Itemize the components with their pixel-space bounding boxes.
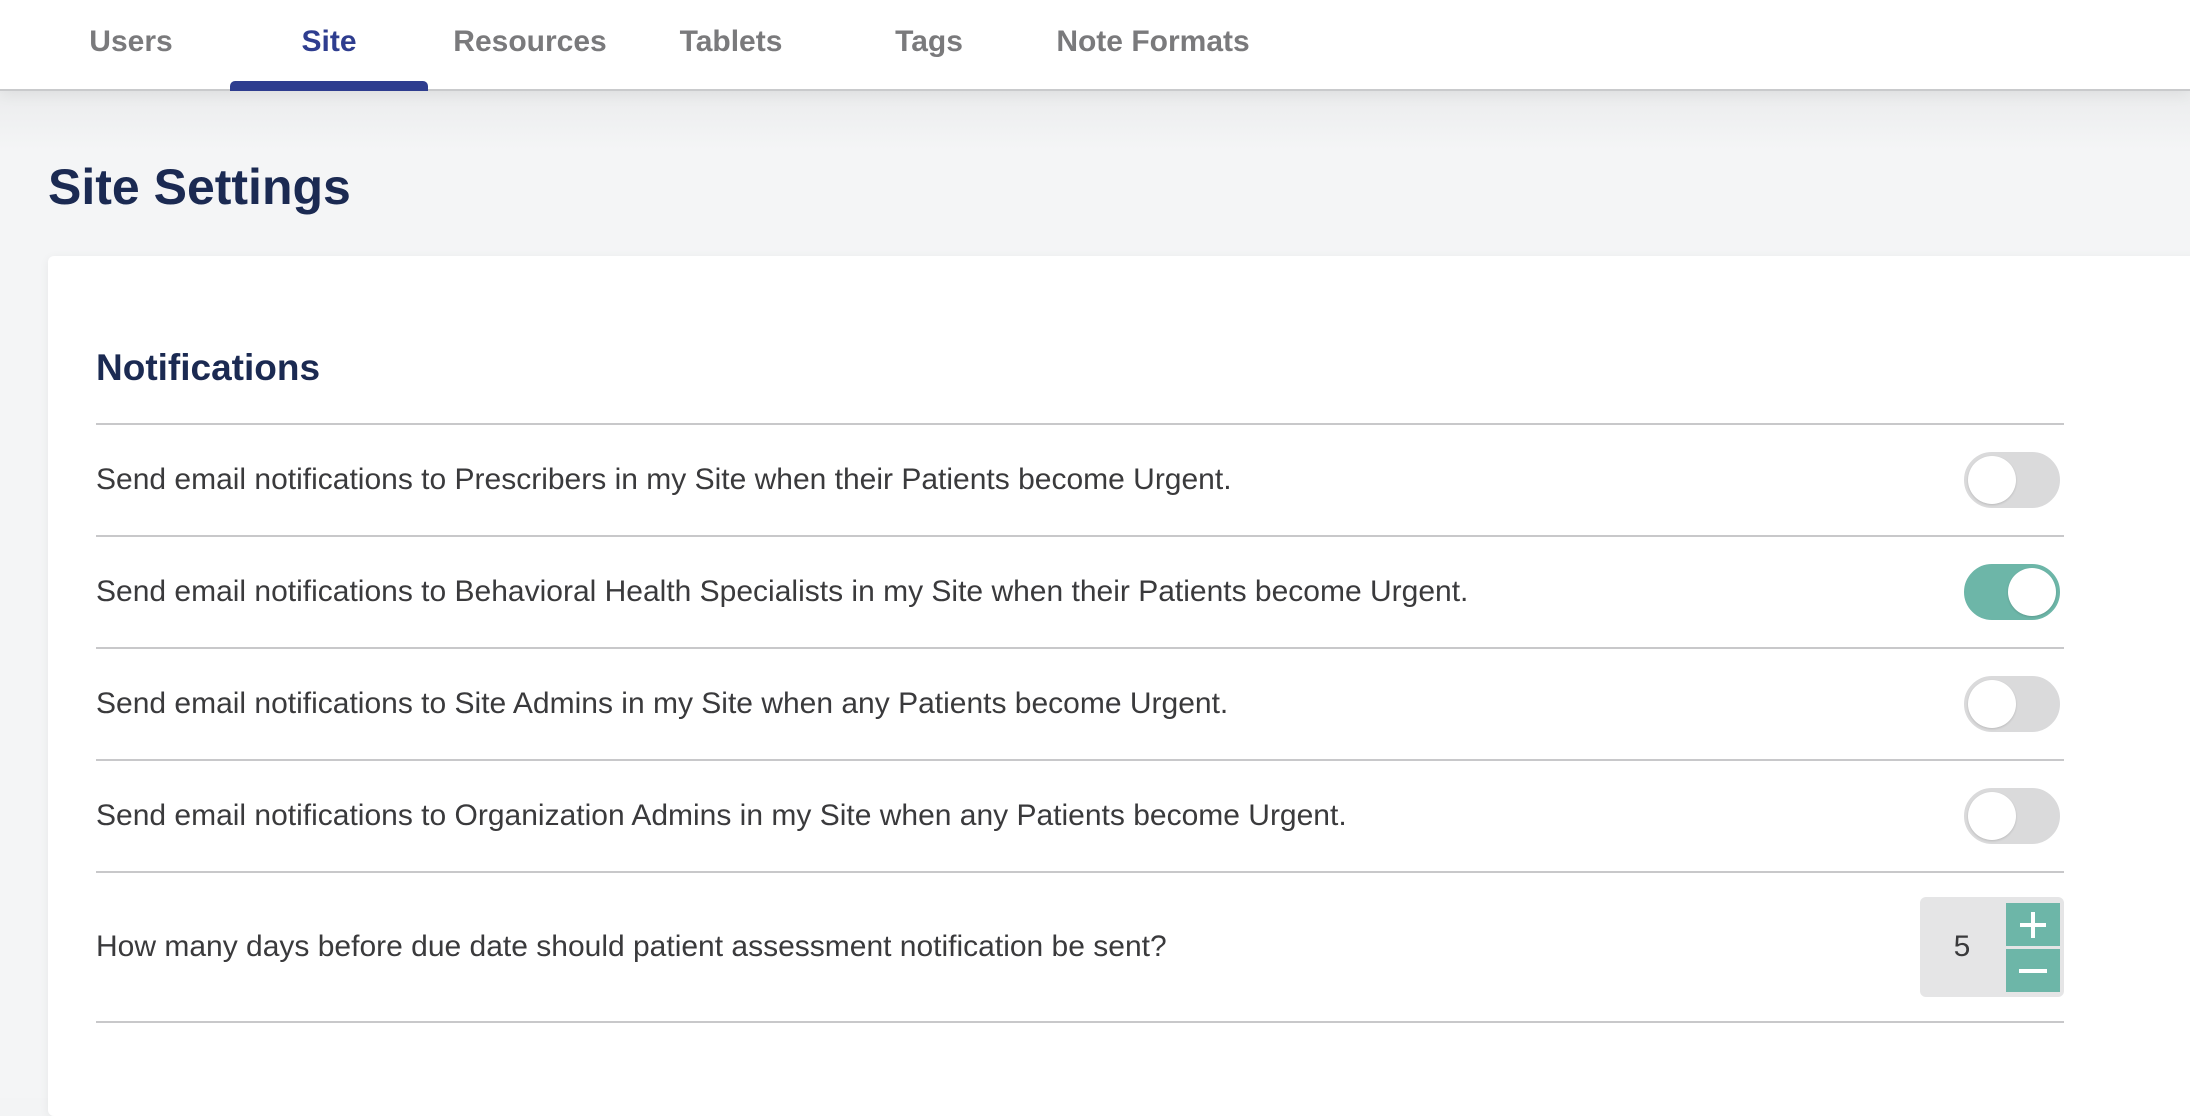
setting-row-site-admins: Send email notifications to Site Admins … [96, 649, 2064, 761]
section-title-notifications: Notifications [96, 347, 321, 388]
tab-label: Users [89, 25, 173, 58]
days-stepper: 5 [1920, 897, 2064, 997]
top-tab-bar: Users Site Resources Tablets Tags Note F… [0, 0, 2190, 91]
decrement-button[interactable] [2006, 949, 2060, 992]
tab-label: Resources [453, 25, 607, 58]
setting-row-behavioral-health: Send email notifications to Behavioral H… [96, 537, 2064, 649]
toggle-behavioral-health-urgent[interactable] [1964, 564, 2060, 620]
increment-button[interactable] [2006, 903, 2060, 946]
toggle-knob [1968, 680, 2016, 728]
tab-label: Note Formats [1056, 25, 1250, 58]
toggle-knob [1968, 792, 2016, 840]
setting-row-organization-admins: Send email notifications to Organization… [96, 761, 2064, 873]
page-title: Site Settings [48, 159, 351, 215]
tab-users[interactable]: Users [58, 0, 204, 89]
plus-icon [2020, 911, 2046, 938]
tab-label: Tablets [679, 25, 783, 58]
setting-label: Send email notifications to Prescribers … [96, 463, 1232, 496]
tab-tablets[interactable]: Tablets [660, 0, 802, 89]
stepper-value[interactable]: 5 [1920, 897, 2004, 997]
notifications-settings-list: Send email notifications to Prescribers … [96, 423, 2064, 1023]
settings-card: Notifications Send email notifications t… [48, 256, 2190, 1116]
setting-row-assessment-days: How many days before due date should pat… [96, 873, 2064, 1023]
toggle-knob [1968, 456, 2016, 504]
tab-resources[interactable]: Resources [446, 0, 614, 89]
setting-label: How many days before due date should pat… [96, 930, 1167, 963]
toggle-site-admins-urgent[interactable] [1964, 676, 2060, 732]
setting-label: Send email notifications to Organization… [96, 799, 1347, 832]
active-tab-indicator [230, 81, 428, 91]
setting-label: Send email notifications to Site Admins … [96, 687, 1229, 720]
setting-row-prescribers: Send email notifications to Prescribers … [96, 425, 2064, 537]
toggle-prescribers-urgent[interactable] [1964, 452, 2060, 508]
toggle-knob [2008, 568, 2056, 616]
tab-label: Tags [895, 25, 963, 58]
setting-label: Send email notifications to Behavioral H… [96, 575, 1469, 608]
minus-icon [2019, 968, 2047, 973]
tab-label: Site [301, 25, 357, 58]
tab-site[interactable]: Site [230, 0, 428, 91]
tab-tags[interactable]: Tags [870, 0, 988, 89]
toggle-organization-admins-urgent[interactable] [1964, 788, 2060, 844]
tab-note-formats[interactable]: Note Formats [1040, 0, 1266, 89]
